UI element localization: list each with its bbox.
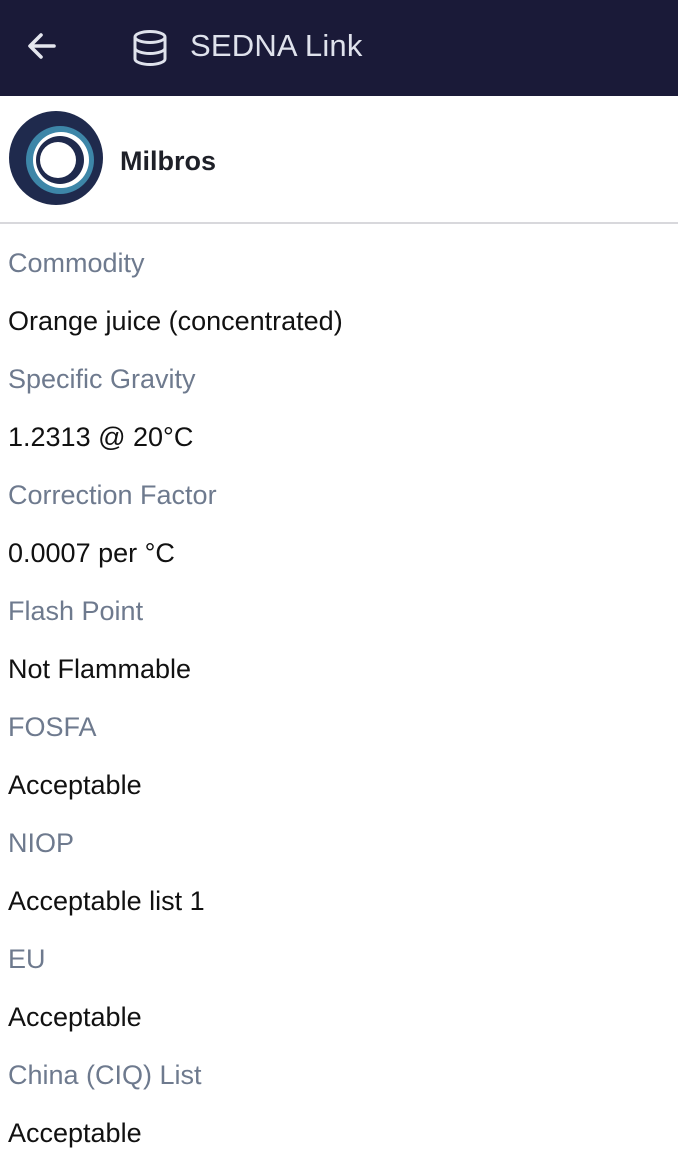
arrow-left-icon <box>28 33 56 59</box>
app-header: SEDNA Link <box>0 0 678 96</box>
field-fosfa: FOSFA Acceptable <box>8 688 678 804</box>
company-header: Milbros <box>0 96 678 224</box>
field-china-ciq-list: China (CIQ) List Acceptable <box>8 1036 678 1152</box>
field-value: Acceptable <box>8 770 142 800</box>
field-label: EU <box>8 944 46 974</box>
database-icon <box>133 30 167 67</box>
field-label: FOSFA <box>8 712 97 742</box>
field-value: Acceptable <box>8 1002 142 1032</box>
field-correction-factor: Correction Factor 0.0007 per °C <box>8 456 678 572</box>
company-name: Milbros <box>120 146 217 176</box>
back-button[interactable] <box>20 24 64 68</box>
field-label: NIOP <box>8 828 75 858</box>
field-specific-gravity: Specific Gravity 1.2313 @ 20°C <box>8 340 678 456</box>
company-logo <box>9 111 103 205</box>
field-value: Acceptable <box>8 1118 142 1148</box>
app-title: SEDNA Link <box>190 28 363 63</box>
field-label: Correction Factor <box>8 480 217 510</box>
field-label: Commodity <box>8 248 145 278</box>
commodity-details: Commodity Orange juice (concentrated) Sp… <box>0 224 678 1152</box>
field-eu: EU Acceptable <box>8 920 678 1036</box>
field-value: Not Flammable <box>8 654 192 684</box>
field-commodity: Commodity Orange juice (concentrated) <box>8 224 678 340</box>
field-label: Flash Point <box>8 596 144 626</box>
field-value: Orange juice (concentrated) <box>8 306 343 336</box>
field-value: Acceptable list 1 <box>8 886 205 916</box>
field-value: 0.0007 per °C <box>8 538 175 568</box>
field-value: 1.2313 @ 20°C <box>8 422 194 452</box>
field-flash-point: Flash Point Not Flammable <box>8 572 678 688</box>
field-label: Specific Gravity <box>8 364 196 394</box>
field-label: China (CIQ) List <box>8 1060 202 1090</box>
field-niop: NIOP Acceptable list 1 <box>8 804 678 920</box>
